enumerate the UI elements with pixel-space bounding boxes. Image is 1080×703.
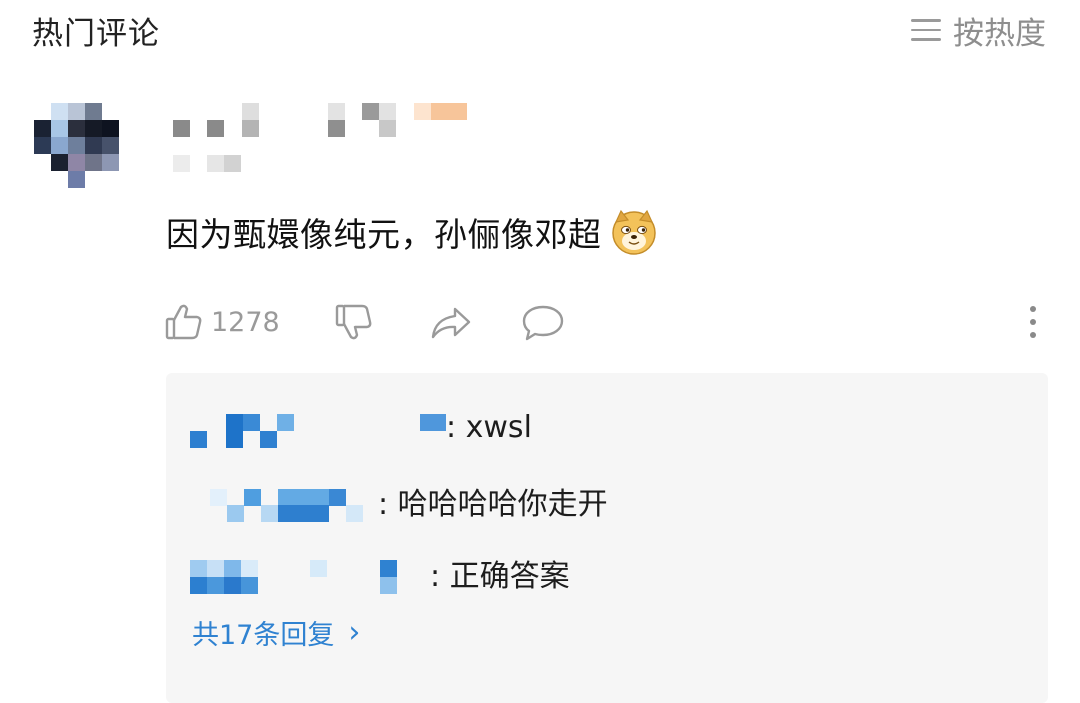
share-arrow-icon: [431, 307, 471, 339]
sort-menu-icon: [911, 19, 941, 41]
reply-button[interactable]: [521, 296, 565, 348]
more-options-button[interactable]: [1021, 296, 1045, 348]
like-count: 1278: [211, 306, 280, 338]
reply-text: : 哈哈哈哈你走开: [378, 487, 608, 522]
reply-username-blurred[interactable]: [210, 481, 378, 522]
comment-actions: 1278: [163, 296, 1053, 348]
reply-item[interactable]: : xwsl: [190, 407, 532, 448]
doge-emoji-icon: [611, 209, 656, 255]
like-button[interactable]: 1278: [163, 296, 280, 348]
reply-text: : xwsl: [446, 409, 532, 445]
reply-username-blurred[interactable]: [190, 553, 430, 594]
dislike-button[interactable]: [333, 296, 375, 348]
thumbs-down-icon: [335, 304, 372, 340]
reply-text: : 正确答案: [430, 559, 570, 594]
reply-count-label: 共17条回复: [192, 620, 335, 651]
reply-preview-box[interactable]: : xwsl : 哈哈哈哈你走开 : 正确答案 共17条回复 ›: [166, 373, 1048, 703]
username-blurred[interactable]: [170, 100, 480, 180]
sort-label: 按热度: [953, 15, 1046, 52]
comment-bubble-icon: [522, 305, 564, 341]
comment-text: 因为甄嬛像纯元，孙俪像邓超: [166, 215, 602, 254]
reply-username-blurred[interactable]: [190, 407, 446, 448]
view-all-replies-link[interactable]: 共17条回复 ›: [192, 613, 360, 652]
sort-by-heat-button[interactable]: 按热度: [911, 8, 1046, 52]
comment-text-row: 因为甄嬛像纯元，孙俪像邓超: [166, 208, 658, 256]
section-title: 热门评论: [32, 16, 160, 52]
avatar[interactable]: [34, 103, 122, 191]
reply-item[interactable]: : 哈哈哈哈你走开: [190, 479, 608, 523]
share-button[interactable]: [429, 296, 473, 348]
chevron-right-icon: ›: [348, 615, 361, 650]
more-vertical-icon: [1030, 306, 1036, 338]
thumbs-up-icon: [165, 304, 202, 340]
reply-item[interactable]: : 正确答案: [190, 551, 570, 595]
